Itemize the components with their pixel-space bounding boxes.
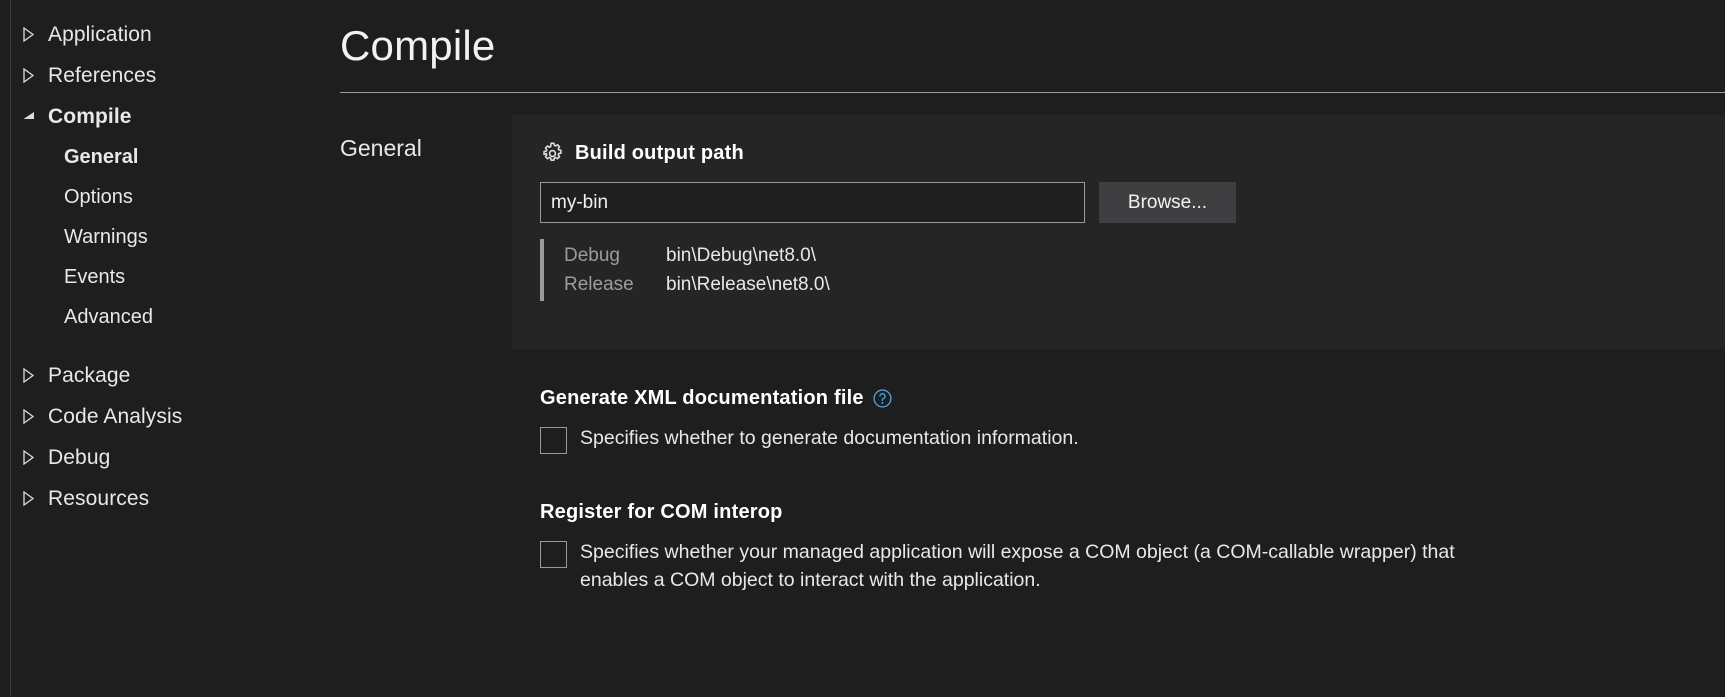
sidebar-item-application[interactable]: Application <box>0 14 330 55</box>
sidebar-item-package[interactable]: Package <box>0 355 330 396</box>
chevron-right-icon[interactable] <box>22 409 48 424</box>
sidebar-item-label: Package <box>48 364 130 388</box>
help-circle-icon[interactable] <box>872 388 893 409</box>
build-config-path: bin\Debug\net8.0\ <box>666 241 816 270</box>
title-divider <box>340 92 1725 93</box>
properties-navigation-sidebar: Application References Compile General O… <box>0 0 330 697</box>
chevron-right-icon[interactable] <box>22 368 48 383</box>
register-com-interop-checkbox[interactable] <box>540 541 567 568</box>
build-config-name: Debug <box>564 241 666 270</box>
sidebar-subitem-label: Advanced <box>64 306 153 329</box>
sidebar-item-references[interactable]: References <box>0 55 330 96</box>
register-com-interop-row: Specifies whether your managed applicati… <box>540 538 1725 594</box>
browse-button[interactable]: Browse... <box>1099 182 1236 223</box>
chevron-right-icon[interactable] <box>22 491 48 506</box>
register-com-interop-description: Specifies whether your managed applicati… <box>580 538 1480 594</box>
chevron-down-icon[interactable] <box>22 110 48 123</box>
section-label-general: General <box>330 115 512 594</box>
sidebar-item-label: Debug <box>48 446 110 470</box>
build-config-row: Release bin\Release\net8.0\ <box>564 270 1725 299</box>
register-com-interop-label: Register for COM interop <box>540 501 783 524</box>
build-config-path: bin\Release\net8.0\ <box>666 270 830 299</box>
sidebar-subitem-label: Warnings <box>64 226 148 249</box>
generate-xml-documentation-row: Specifies whether to generate documentat… <box>540 424 1725 454</box>
chevron-right-icon[interactable] <box>22 27 48 42</box>
chevron-right-icon[interactable] <box>22 68 48 83</box>
register-com-interop-group: Register for COM interop Specifies wheth… <box>512 501 1725 594</box>
sidebar-subitem-label: General <box>64 146 138 169</box>
build-output-path-input[interactable] <box>540 182 1085 223</box>
build-output-path-row: Browse... <box>540 182 1725 223</box>
generate-xml-documentation-header: Generate XML documentation file <box>540 387 1725 410</box>
gear-icon <box>540 141 565 166</box>
register-com-interop-header: Register for COM interop <box>540 501 1725 524</box>
project-properties-window: Application References Compile General O… <box>0 0 1725 697</box>
sidebar-item-label: Application <box>48 23 152 47</box>
sidebar-item-debug[interactable]: Debug <box>0 437 330 478</box>
build-output-path-group: Build output path Browse... Debug bin\De… <box>512 115 1725 349</box>
generate-xml-documentation-group: Generate XML documentation file Specifie… <box>512 387 1725 454</box>
general-section: General Build output path <box>330 115 1725 594</box>
sidebar-spacer <box>0 337 330 355</box>
sidebar-subitem-advanced[interactable]: Advanced <box>0 297 330 337</box>
sidebar-item-label: Compile <box>48 105 132 129</box>
sidebar-subitem-label: Events <box>64 266 125 289</box>
build-output-path-header: Build output path <box>540 141 1725 166</box>
sidebar-subitem-options[interactable]: Options <box>0 177 330 217</box>
generate-xml-documentation-description: Specifies whether to generate documentat… <box>580 424 1079 452</box>
build-output-path-label: Build output path <box>575 142 744 165</box>
sidebar-subitem-label: Options <box>64 186 133 209</box>
sidebar-item-compile[interactable]: Compile <box>0 96 330 137</box>
chevron-right-icon[interactable] <box>22 450 48 465</box>
sidebar-item-resources[interactable]: Resources <box>0 478 330 519</box>
settings-column: Build output path Browse... Debug bin\De… <box>512 115 1725 594</box>
generate-xml-documentation-label: Generate XML documentation file <box>540 387 864 410</box>
build-config-row: Debug bin\Debug\net8.0\ <box>564 241 1725 270</box>
sidebar-item-code-analysis[interactable]: Code Analysis <box>0 396 330 437</box>
build-config-name: Release <box>564 270 666 299</box>
sidebar-subitem-general[interactable]: General <box>0 137 330 177</box>
sidebar-divider <box>10 0 11 697</box>
settings-main-panel: Compile General Build output path <box>330 0 1725 697</box>
sidebar-item-label: Resources <box>48 487 149 511</box>
sidebar-subitem-events[interactable]: Events <box>0 257 330 297</box>
page-title: Compile <box>330 0 1725 70</box>
generate-xml-documentation-checkbox[interactable] <box>540 427 567 454</box>
sidebar-item-label: Code Analysis <box>48 405 182 429</box>
build-config-preview: Debug bin\Debug\net8.0\ Release bin\Rele… <box>540 239 1725 301</box>
sidebar-item-label: References <box>48 64 156 88</box>
sidebar-subitem-warnings[interactable]: Warnings <box>0 217 330 257</box>
